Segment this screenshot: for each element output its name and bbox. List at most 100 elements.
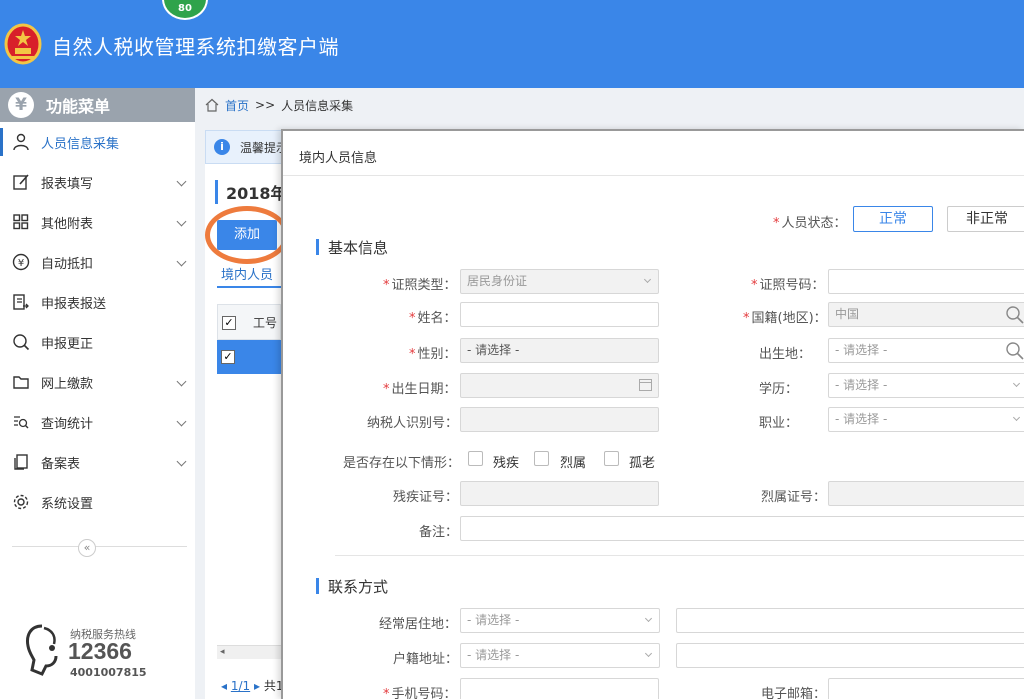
select-all-checkbox[interactable]: ✓	[222, 316, 236, 330]
sidebar-item-filing[interactable]: 备案表	[0, 442, 195, 482]
pager-page[interactable]: 1/1	[231, 679, 250, 693]
contact-section-title: 联系方式	[316, 576, 388, 597]
taxpayer-id-label: 纳税人识别号：	[367, 416, 459, 431]
tab-domestic-personnel[interactable]: 境内人员	[221, 264, 273, 283]
situation-label: 是否存在以下情形：	[343, 456, 461, 471]
pager-prev-icon[interactable]: ◂	[221, 679, 227, 693]
sidebar-item-declare-send[interactable]: 申报表报送	[0, 282, 195, 322]
residence-label: 经常居住地：	[379, 617, 458, 632]
row-checkbox[interactable]: ✓	[221, 350, 235, 364]
table-row[interactable]: ✓	[217, 340, 281, 374]
martyr-cert-input[interactable]	[828, 481, 1024, 506]
user-icon	[13, 133, 29, 151]
residence-detail-input[interactable]	[676, 608, 1024, 633]
gender-select[interactable]: - 请选择 -	[460, 338, 659, 363]
sidebar-menu: 人员信息采集 报表填写 其他附表 ¥ 自动抵扣 申报表报送 申报更正 网上缴款	[0, 122, 195, 522]
name-input[interactable]	[460, 302, 659, 327]
email-input[interactable]	[828, 678, 1024, 699]
household-label: 户籍地址：	[393, 652, 459, 667]
sidebar-item-report-fill[interactable]: 报表填写	[0, 162, 195, 202]
scroll-left-icon[interactable]: ◂	[220, 647, 225, 657]
sidebar-item-label: 其他附表	[41, 216, 94, 232]
nationality-label: * 国籍(地区)：	[743, 311, 827, 326]
mobile-input[interactable]	[460, 678, 659, 699]
residence-select[interactable]: - 请选择 -	[460, 608, 660, 633]
taxpayer-id-input[interactable]	[460, 407, 659, 432]
gear-icon	[13, 494, 29, 510]
column-header-gonghao: 工号	[253, 316, 278, 330]
email-label: 电子邮箱：	[761, 687, 827, 699]
chevron-down-icon	[176, 416, 187, 427]
sidebar-item-other-attachments[interactable]: 其他附表	[0, 202, 195, 242]
national-emblem-icon	[4, 23, 42, 65]
chevron-down-icon	[176, 216, 187, 227]
sidebar-heading: ¥ 功能菜单	[0, 88, 195, 122]
sidebar-item-query-stats[interactable]: 查询统计	[0, 402, 195, 442]
lonely-elderly-checkbox[interactable]	[604, 451, 619, 466]
chevron-down-icon	[176, 376, 187, 387]
id-number-input[interactable]	[828, 269, 1024, 294]
highlight-circle	[205, 206, 289, 264]
chevron-down-icon	[176, 456, 187, 467]
sidebar-item-label: 查询统计	[41, 416, 94, 432]
status-abnormal-button[interactable]: 非正常	[947, 206, 1024, 232]
id-type-label: * 证照类型：	[383, 278, 457, 293]
nationality-input[interactable]: 中国	[828, 302, 1024, 327]
sidebar-item-declare-correct[interactable]: 申报更正	[0, 322, 195, 362]
search-icon[interactable]	[1005, 341, 1024, 361]
status-normal-button[interactable]: 正常	[853, 206, 933, 232]
edit-icon	[13, 174, 29, 190]
sidebar-item-label: 人员信息采集	[41, 136, 120, 152]
sidebar: ¥ 功能菜单 人员信息采集 报表填写 其他附表 ¥ 自动抵扣 申报表报送 申报更…	[0, 88, 195, 699]
birthdate-input[interactable]	[460, 373, 659, 398]
breadcrumb-separator: >>	[255, 98, 276, 112]
collapse-sidebar-button[interactable]: «	[78, 539, 96, 557]
occupation-label: 职业：	[759, 416, 799, 431]
martyr-cert-label: 烈属证号：	[761, 490, 827, 505]
horizontal-scrollbar[interactable]: ◂	[217, 645, 281, 659]
sidebar-item-system-settings[interactable]: 系统设置	[0, 482, 195, 522]
notification-badge[interactable]: 80	[162, 0, 208, 20]
sidebar-item-auto-deduct[interactable]: ¥ 自动抵扣	[0, 242, 195, 282]
disability-checkbox-label: 残疾	[493, 456, 520, 471]
birthplace-input[interactable]: - 请选择 -	[828, 338, 1024, 363]
info-icon: i	[214, 139, 230, 155]
martyr-family-checkbox[interactable]	[534, 451, 549, 466]
copy-icon	[14, 454, 28, 470]
remark-input[interactable]	[460, 516, 1024, 541]
search-icon[interactable]	[1005, 305, 1024, 325]
report-send-icon	[13, 294, 29, 310]
occupation-select[interactable]: - 请选择 -	[828, 407, 1024, 432]
disability-checkbox[interactable]	[468, 451, 483, 466]
basic-info-section-title: 基本信息	[316, 237, 388, 258]
breadcrumb: 首页 >> 人员信息采集	[195, 88, 1024, 122]
pager: ◂ 1/1 ▸ 共1	[221, 677, 284, 694]
status-label: * 人员状态：	[773, 216, 847, 231]
id-number-label: * 证照号码：	[751, 278, 825, 293]
modal-title: 境内人员信息	[299, 151, 378, 166]
chevron-down-icon	[176, 256, 187, 267]
sidebar-heading-label: 功能菜单	[46, 97, 111, 116]
customer-service-icon	[26, 624, 58, 676]
hotline-number: 12366	[68, 638, 132, 664]
sidebar-item-label: 申报更正	[41, 336, 94, 352]
name-label: * 姓名：	[409, 311, 457, 326]
birthplace-label: 出生地：	[759, 347, 812, 362]
home-icon[interactable]	[205, 98, 219, 112]
id-type-select[interactable]: 居民身份证	[460, 269, 659, 294]
calendar-icon[interactable]	[639, 379, 652, 391]
household-select[interactable]: - 请选择 -	[460, 643, 660, 668]
sidebar-item-online-pay[interactable]: 网上缴款	[0, 362, 195, 402]
pager-next-icon[interactable]: ▸	[254, 679, 260, 693]
gender-label: * 性别：	[409, 347, 457, 362]
breadcrumb-home-link[interactable]: 首页	[225, 97, 249, 114]
lonely-elderly-checkbox-label: 孤老	[629, 456, 656, 471]
disability-cert-input[interactable]	[460, 481, 659, 506]
sidebar-item-label: 备案表	[41, 456, 81, 472]
sidebar-item-label: 申报表报送	[41, 296, 107, 312]
yen-icon: ¥	[8, 92, 34, 118]
education-select[interactable]: - 请选择 -	[828, 373, 1024, 398]
breadcrumb-current: 人员信息采集	[281, 98, 354, 113]
household-detail-input[interactable]	[676, 643, 1024, 668]
sidebar-item-person-info[interactable]: 人员信息采集	[0, 122, 195, 162]
